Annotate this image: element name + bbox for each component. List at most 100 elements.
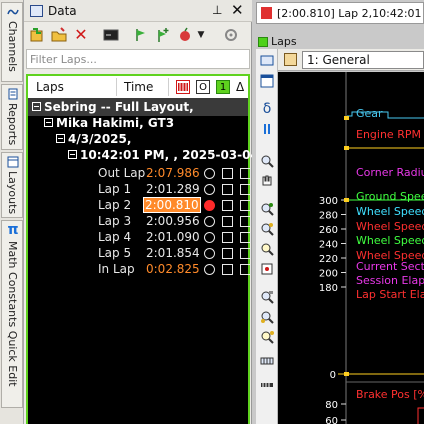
lap-time: 2:00.810 [143,197,201,213]
close-icon[interactable]: ✕ [231,1,244,19]
laps-color-icon [258,37,268,47]
tab-math-constants[interactable]: π Math Constants Quick Edit [1,220,23,408]
lap-checkbox-o[interactable] [222,168,233,179]
lap-checkbox-1[interactable] [240,216,251,227]
target-icon[interactable] [259,261,275,277]
delta-icon[interactable]: δ [259,101,275,117]
add-data-icon[interactable] [28,26,46,44]
run-node[interactable]: 10:42:01 PM, , 2025-03-04 [68,148,259,162]
settings-icon[interactable] [222,26,240,44]
brake-tick-label: 60 [325,416,338,424]
col-1-header[interactable]: 1 [216,80,230,94]
tab-channels[interactable]: Channels [1,2,23,82]
lap-name: Lap 4 [98,230,132,244]
col-delta-header[interactable]: Δ [236,80,244,94]
col-o-header[interactable]: O [196,80,210,94]
lap-checkbox-1[interactable] [240,232,251,243]
lap-time: 2:00.956 [146,214,200,228]
collapse-icon[interactable] [44,118,53,127]
lap-checkbox-o[interactable] [222,248,233,259]
channel-label: Corner Radius [356,166,424,179]
col-laps-header[interactable]: Laps [36,80,64,94]
lap-radio-selected[interactable] [204,200,215,211]
channel-label: Wheel Speed FL [356,205,424,218]
laps-header: Laps Time O 1 Δ [28,76,248,98]
lap-name: Lap 2 [98,198,132,212]
col-time-header[interactable]: Time [124,80,153,94]
lap-checkbox-o[interactable] [222,184,233,195]
bars-icon[interactable] [259,121,275,137]
speed-tick-label: 300 [319,196,338,207]
channel-label: Wheel Speed FR [356,220,424,233]
lap-checkbox-1[interactable] [240,200,251,211]
zero-label: 0 [330,370,336,381]
workbook-selector[interactable]: 1: General [302,51,424,69]
laps-subtab-label: Laps [271,35,297,48]
lap-checkbox-1[interactable] [240,264,251,275]
lap-time: 2:07.986 [146,166,200,180]
collapse-icon[interactable] [32,102,41,111]
tab-reports[interactable]: Reports [1,84,23,150]
lap-radio[interactable] [204,232,215,243]
collapse-icon[interactable] [68,150,77,159]
run-label: 10:42:01 PM, , 2025-03-04 [80,148,259,162]
zoom-icon[interactable] [259,153,275,169]
driver-node[interactable]: Mika Hakimi, GT3 [44,116,174,130]
lap-checkbox-o[interactable] [222,200,233,211]
document-tab[interactable]: [2:00.810] Lap 2,10:42:01 PM, [256,2,424,24]
lap-radio[interactable] [204,264,215,275]
session-node[interactable]: Sebring -- Full Layout, [32,100,194,114]
laps-subtab[interactable]: Laps [256,35,424,49]
open-folder-icon[interactable] [50,26,68,44]
lap-name: Lap 1 [98,182,132,196]
lap-radio[interactable] [204,184,215,195]
date-label: 4/3/2025, [68,132,132,146]
select-icon[interactable] [259,329,275,345]
driver-label: Mika Hakimi, GT3 [56,116,175,130]
pin-icon[interactable]: ⊥ [212,3,222,17]
lap-checkbox-1[interactable] [240,184,251,195]
lap-checkbox-1[interactable] [240,248,251,259]
lap-radio[interactable] [204,216,215,227]
cursor-marker [344,146,349,150]
camera-icon[interactable] [259,289,275,305]
add-flag-icon[interactable] [154,26,172,44]
layout-icon [7,156,19,168]
ruler-icon[interactable] [259,377,275,393]
hand-icon[interactable] [259,173,275,189]
dropdown-arrow-icon[interactable]: ▼ [192,26,210,44]
lap-color-icon[interactable] [176,80,190,94]
collapse-icon[interactable] [56,134,65,143]
zoom-out-icon[interactable] [259,221,275,237]
graph-canvas[interactable]: Gear Engine RPM [rpm] Corner Radius Ground … [278,72,424,424]
cursor-icon[interactable] [259,241,275,257]
session-label: Sebring -- Full Layout, [44,100,194,114]
lap-radio[interactable] [204,248,215,259]
speed-tick-label: 260 [319,225,338,236]
terminal-icon[interactable] [102,26,120,44]
lap-checkbox-1[interactable] [240,168,251,179]
delete-icon[interactable]: ✕ [72,26,90,44]
tab-layouts[interactable]: Layouts [1,152,23,218]
filter-laps-input[interactable]: Filter Laps... [26,49,250,69]
window-icon[interactable] [259,73,275,89]
lap-radio[interactable] [204,168,215,179]
workbook-tabbar: 1: General [278,49,424,71]
channel-label: Ground Speed [ [356,190,424,203]
monitor-icon[interactable] [259,53,275,69]
data-toolbar: ✕ ▼ [24,22,252,48]
time-distance-graph[interactable]: Gear Engine RPM [rpm] Corner Radius Ground … [278,72,424,424]
marker-icon[interactable] [259,353,275,369]
lap-checkbox-o[interactable] [222,264,233,275]
range-icon[interactable] [259,309,275,325]
date-node[interactable]: 4/3/2025, [56,132,131,146]
lap-time: 2:01.289 [146,182,200,196]
graph-toolbar: δ [256,49,278,424]
lap-checkbox-o[interactable] [222,232,233,243]
flag-icon[interactable] [132,26,150,44]
lap-checkbox-o[interactable] [222,216,233,227]
app-window: Channels Reports Layouts π Math Constant… [0,0,424,424]
zoom-in-icon[interactable] [259,201,275,217]
speed-tick-label: 280 [319,211,338,222]
lap-time: 2:01.090 [146,230,200,244]
